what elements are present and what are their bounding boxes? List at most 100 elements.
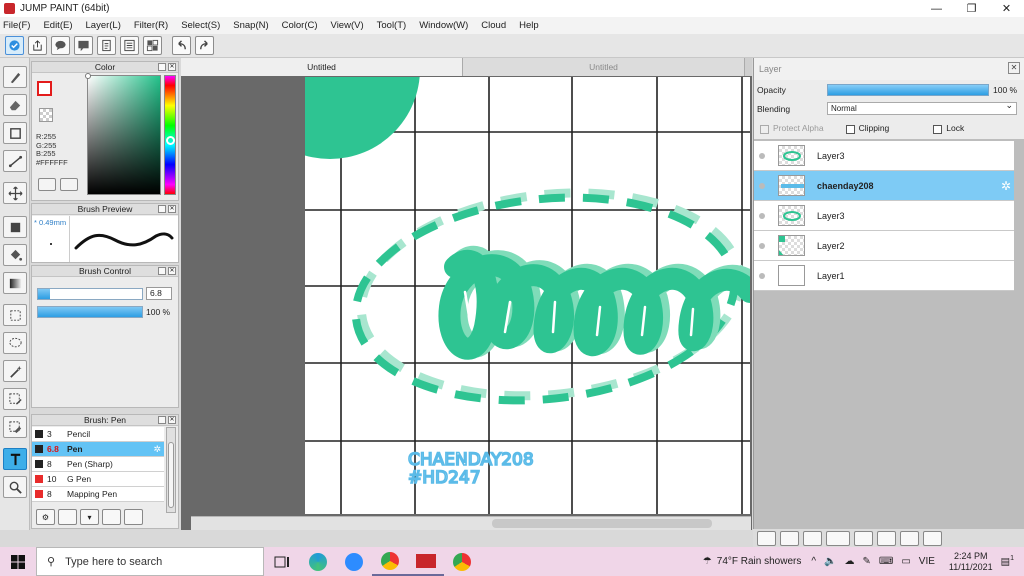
menu-color[interactable]: Color(C) — [282, 20, 318, 31]
pen-icon[interactable]: ✎ — [863, 556, 871, 567]
panel-float-icon[interactable] — [158, 267, 166, 275]
gear-icon[interactable]: ✲ — [1001, 179, 1011, 193]
chrome-browser-icon[interactable] — [372, 547, 408, 576]
taskbar-search-input[interactable]: ⚲ Type here to search — [36, 547, 264, 576]
line-tool-icon[interactable] — [3, 150, 27, 172]
layer-item-layer3-top[interactable]: Layer3 — [754, 141, 1014, 171]
gear-icon[interactable]: ✲ — [153, 444, 161, 455]
comment-icon[interactable] — [51, 36, 70, 55]
menu-select[interactable]: Select(S) — [181, 20, 220, 31]
merge-layer-icon[interactable] — [900, 531, 919, 546]
close-button[interactable]: ✕ — [989, 0, 1024, 17]
brush-list-scrollbar[interactable] — [166, 427, 176, 513]
menu-window[interactable]: Window(W) — [419, 20, 468, 31]
jump-paint-app-icon[interactable] — [408, 547, 444, 576]
new-raster-layer-icon[interactable] — [780, 531, 799, 546]
bucket-tool-icon[interactable] — [3, 244, 27, 266]
sv-picker-marker[interactable] — [85, 73, 91, 79]
brush-item-g-pen[interactable]: 10 G Pen — [32, 472, 164, 487]
keyboard-icon[interactable]: ⌨ — [879, 556, 893, 567]
select-rect-tool-icon[interactable] — [3, 304, 27, 326]
brush-settings-icon[interactable]: ⚙ — [36, 509, 55, 525]
share-icon[interactable] — [28, 36, 47, 55]
layer-item-layer3[interactable]: Layer3 — [754, 201, 1014, 231]
brush-size-slider[interactable] — [37, 288, 143, 300]
text-tool-icon[interactable] — [3, 448, 27, 470]
foreground-color-swatch[interactable] — [37, 81, 52, 96]
panel-close-icon[interactable]: ✕ — [1008, 62, 1020, 74]
panel-close-icon[interactable]: ✕ — [168, 416, 176, 424]
brush-menu-icon[interactable]: ▾ — [80, 509, 99, 525]
lasso-tool-icon[interactable] — [3, 332, 27, 354]
new-layer-icon[interactable] — [757, 531, 776, 546]
menu-cloud[interactable]: Cloud — [481, 20, 506, 31]
tab-untitled-1[interactable]: Untitled — [181, 58, 463, 76]
duplicate-layer-icon[interactable] — [877, 531, 896, 546]
layer-item-chaenday208[interactable]: chaenday208 ✲ — [754, 171, 1014, 201]
volume-icon[interactable]: 🔈 — [824, 556, 836, 567]
select-eraser-tool-icon[interactable] — [3, 416, 27, 438]
panel-float-icon[interactable] — [158, 416, 166, 424]
new-brush-icon[interactable] — [58, 509, 77, 525]
brush-opacity-slider[interactable] — [37, 306, 143, 318]
magic-wand-tool-icon[interactable] — [3, 360, 27, 382]
weather-widget[interactable]: ☂ 74°F Rain showers — [703, 556, 802, 567]
menu-snap[interactable]: Snap(N) — [233, 20, 268, 31]
canvas-horizontal-scrollbar[interactable] — [191, 516, 751, 530]
gradient-tool-icon[interactable] — [3, 272, 27, 294]
message-icon[interactable] — [74, 36, 93, 55]
chrome-profile-icon[interactable] — [444, 547, 480, 576]
new-halftone-layer-icon[interactable] — [803, 531, 822, 546]
redo-icon[interactable] — [195, 36, 214, 55]
panel-float-icon[interactable] — [158, 63, 166, 71]
zoom-tool-icon[interactable] — [3, 476, 27, 498]
brush-item-pen[interactable]: 6.8 Pen ✲ — [32, 442, 164, 457]
layer-item-layer1[interactable]: Layer1 — [754, 261, 1014, 291]
display-icon[interactable]: ▭ — [901, 556, 910, 567]
brush-size-value[interactable]: 6.8 — [146, 287, 172, 300]
panel-close-icon[interactable]: ✕ — [168, 205, 176, 213]
restore-button[interactable]: ❐ — [954, 0, 989, 17]
drawing-canvas[interactable]: CHAENDAY208 #HD247 — [305, 77, 750, 514]
visibility-toggle-icon[interactable] — [754, 242, 770, 249]
select-pen-tool-icon[interactable] — [3, 388, 27, 410]
scrollbar-thumb[interactable] — [168, 442, 174, 508]
visibility-toggle-icon[interactable] — [754, 272, 770, 279]
cloud-sync-icon[interactable] — [5, 36, 24, 55]
menu-layer[interactable]: Layer(L) — [86, 20, 121, 31]
tab-untitled-2[interactable]: Untitled — [463, 58, 745, 76]
visibility-toggle-icon[interactable] — [754, 212, 770, 219]
delete-layer-icon[interactable] — [923, 531, 942, 546]
chevron-up-icon[interactable]: ^ — [811, 556, 816, 567]
new-folder-icon[interactable] — [854, 531, 873, 546]
lock-checkbox[interactable]: Lock — [933, 123, 964, 134]
menu-filter[interactable]: Filter(R) — [134, 20, 168, 31]
zoom-app-icon[interactable] — [336, 547, 372, 576]
minimize-button[interactable]: — — [919, 0, 954, 17]
rectangle-tool-icon[interactable] — [3, 122, 27, 144]
hue-slider-marker[interactable] — [166, 136, 175, 145]
windows-start-icon[interactable] — [0, 547, 36, 576]
input-language[interactable]: VIE — [919, 556, 935, 567]
scrollbar-thumb[interactable] — [492, 519, 712, 528]
move-tool-icon[interactable] — [3, 182, 27, 204]
panel-float-icon[interactable] — [158, 205, 166, 213]
saturation-value-picker[interactable] — [85, 73, 161, 195]
menu-help[interactable]: Help — [519, 20, 539, 31]
clipping-checkbox[interactable]: Clipping — [845, 123, 889, 134]
cloud-icon[interactable]: ☁ — [845, 556, 855, 567]
brush-tool-icon[interactable] — [3, 66, 27, 88]
panel-close-icon[interactable]: ✕ — [168, 267, 176, 275]
brush-item-pen-sharp[interactable]: 8 Pen (Sharp) — [32, 457, 164, 472]
layout-grid-icon[interactable] — [143, 36, 162, 55]
transparent-color-swatch[interactable] — [39, 108, 53, 122]
edge-browser-icon[interactable] — [300, 547, 336, 576]
hue-slider[interactable] — [164, 75, 176, 195]
menu-file[interactable]: File(F) — [3, 20, 30, 31]
menu-view[interactable]: View(V) — [331, 20, 364, 31]
page-list-icon[interactable] — [120, 36, 139, 55]
undo-icon[interactable] — [172, 36, 191, 55]
fill-rect-tool-icon[interactable] — [3, 216, 27, 238]
protect-alpha-checkbox[interactable]: Protect Alpha — [760, 123, 824, 134]
notifications-icon[interactable]: ▤1 — [1001, 555, 1014, 567]
